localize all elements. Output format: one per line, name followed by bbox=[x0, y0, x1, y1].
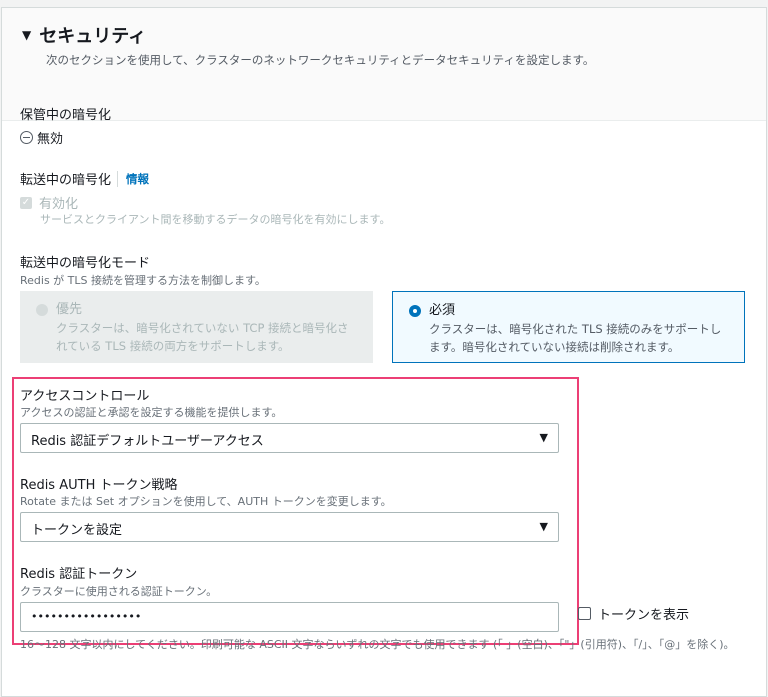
checkbox-checked-icon: ✓ bbox=[20, 196, 32, 209]
strategy-description: Rotate または Set オプションを使用して、AUTH トークンを変更しま… bbox=[20, 495, 392, 508]
option-desc: クラスターは、暗号化されていない TCP 接続と暗号化されている TLS 接続の… bbox=[56, 321, 349, 353]
token-input[interactable]: ••••••••••••••••• bbox=[20, 602, 559, 632]
checkbox-description: サービスとクライアント間を移動するデータの暗号化を有効にします。 bbox=[40, 213, 391, 226]
option-title: 必須 bbox=[429, 303, 456, 318]
show-token-label: トークンを表示 bbox=[598, 608, 690, 623]
caret-down-icon: ▼ bbox=[539, 431, 548, 444]
section-toggle[interactable]: ▼ セキュリティ bbox=[22, 22, 746, 48]
mode-label: 転送中の暗号化モード bbox=[20, 256, 151, 271]
token-description: クラスターに使用される認証トークン。 bbox=[20, 585, 218, 598]
option-title: 優先 bbox=[56, 302, 83, 317]
radio-selected-icon bbox=[409, 305, 421, 317]
select-value: トークンを設定 bbox=[31, 523, 123, 538]
strategy-label: Redis AUTH トークン戦略 bbox=[20, 478, 178, 493]
show-token-checkbox[interactable]: トークンを表示 bbox=[578, 604, 689, 623]
access-description: アクセスの認証と承認を設定する機能を提供します。 bbox=[20, 406, 283, 419]
in-transit-header: 転送中の暗号化 情報 bbox=[20, 169, 149, 188]
at-rest-status: 無効 bbox=[37, 132, 64, 147]
caret-down-icon: ▼ bbox=[539, 520, 548, 533]
caret-down-icon: ▼ bbox=[22, 28, 32, 42]
checkbox-icon bbox=[578, 607, 591, 620]
select-value: Redis 認証デフォルトユーザーアクセス bbox=[31, 434, 264, 449]
section-header: ▼ セキュリティ 次のセクションを使用して、クラスターのネットワークセキュリティと… bbox=[2, 8, 766, 121]
checkbox-label: 有効化 bbox=[39, 197, 79, 212]
section-title: セキュリティ bbox=[39, 26, 147, 47]
mode-description: Redis が TLS 接続を管理する方法を制御します。 bbox=[20, 274, 266, 287]
radio-disabled-icon bbox=[36, 304, 48, 316]
radio-tile-required[interactable]: 必須 クラスターは、暗号化された TLS 接続のみをサポートします。暗号化されて… bbox=[392, 291, 745, 363]
option-desc: クラスターは、暗号化された TLS 接続のみをサポートします。暗号化されていない… bbox=[429, 322, 722, 354]
token-masked-value: ••••••••••••••••• bbox=[31, 610, 142, 623]
in-transit-label: 転送中の暗号化 bbox=[20, 173, 112, 188]
access-control-select[interactable]: Redis 認証デフォルトユーザーアクセス ▼ bbox=[20, 423, 559, 453]
token-strategy-select[interactable]: トークンを設定 ▼ bbox=[20, 512, 559, 542]
at-rest-value: 無効 bbox=[20, 128, 63, 147]
token-constraint: 16～128 文字以内にしてください。印刷可能な ASCII 文字ならいずれの文… bbox=[20, 638, 735, 651]
info-link[interactable]: 情報 bbox=[117, 170, 149, 187]
encryption-checkbox[interactable]: ✓ 有効化 bbox=[20, 193, 78, 212]
section-description: 次のセクションを使用して、クラスターのネットワークセキュリティとデータセキュリテ… bbox=[46, 53, 595, 67]
radio-tile-preferred[interactable]: 優先 クラスターは、暗号化されていない TCP 接続と暗号化されている TLS … bbox=[20, 291, 373, 363]
token-label: Redis 認証トークン bbox=[20, 567, 138, 582]
minus-circle-icon bbox=[20, 131, 33, 144]
access-label: アクセスコントロール bbox=[20, 389, 150, 404]
at-rest-label: 保管中の暗号化 bbox=[20, 108, 112, 123]
